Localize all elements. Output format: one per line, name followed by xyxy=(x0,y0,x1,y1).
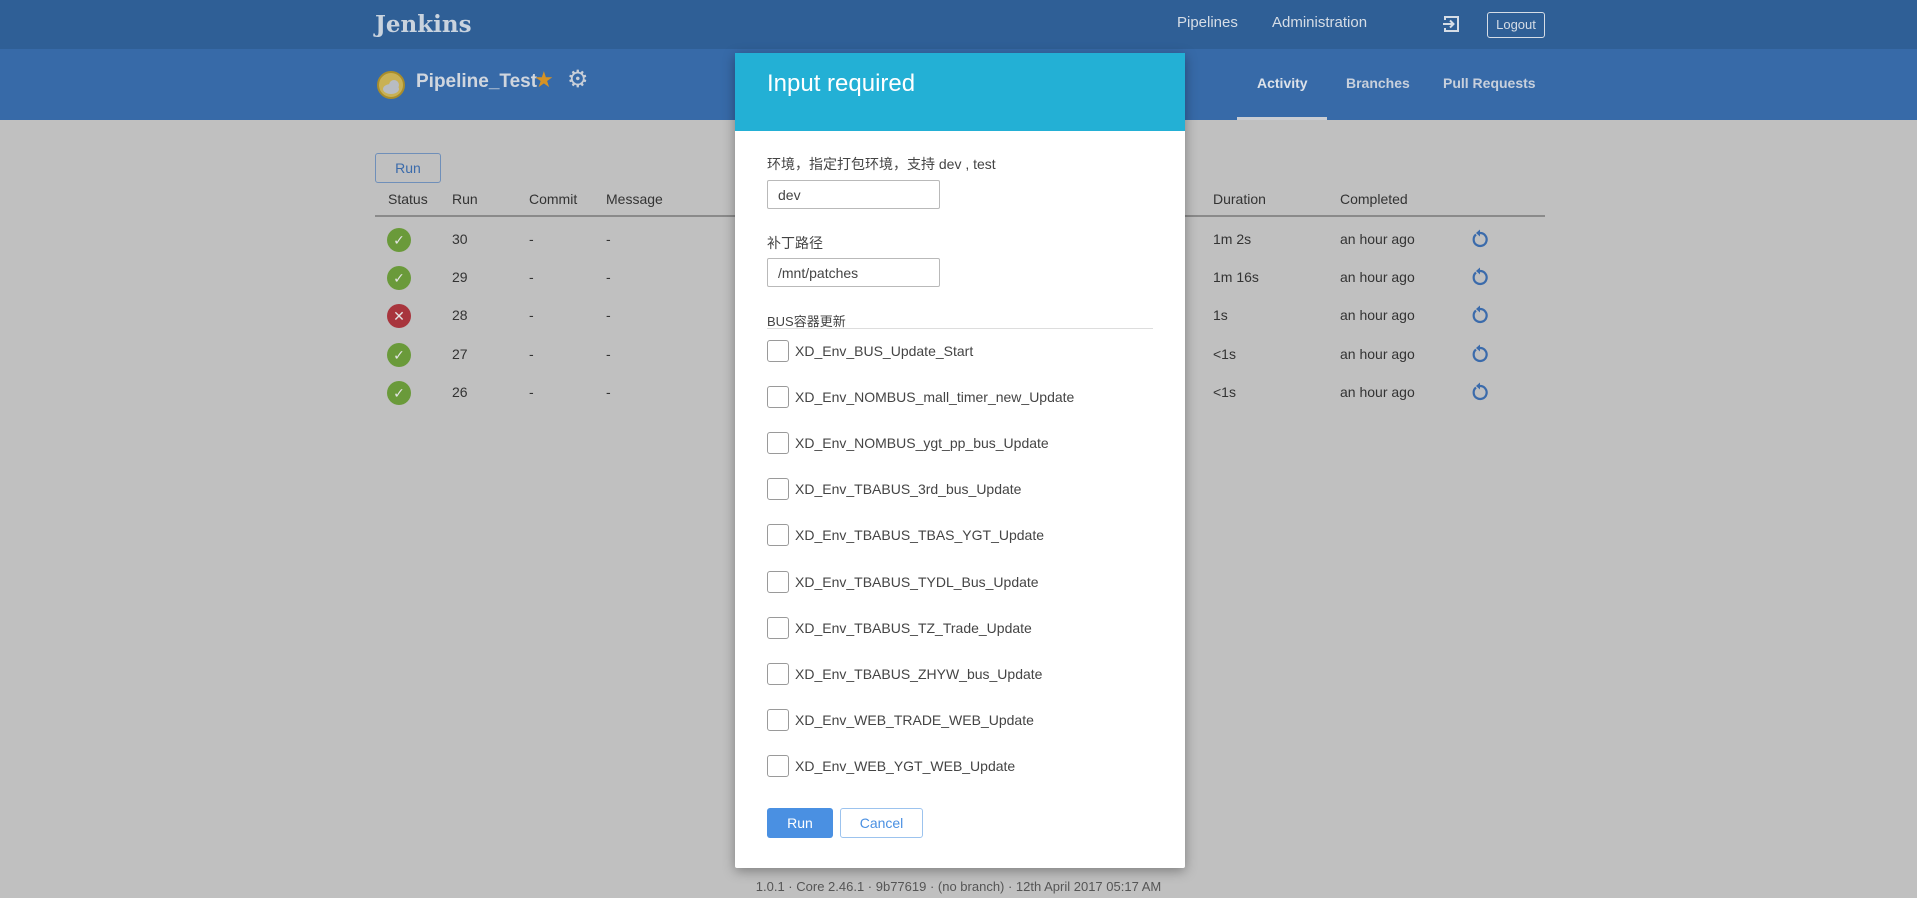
checkbox[interactable] xyxy=(767,340,789,362)
weather-cloudy-icon xyxy=(377,71,405,99)
duration: 1s xyxy=(1213,307,1228,324)
replay-icon[interactable] xyxy=(1470,382,1490,402)
option-checkbox-row[interactable]: XD_Env_TBABUS_3rd_bus_Update xyxy=(767,477,1021,501)
checkbox[interactable] xyxy=(767,524,789,547)
message: - xyxy=(606,383,611,400)
dialog-title: Input required xyxy=(767,70,916,97)
option-checkbox-row[interactable]: XD_Env_NOMBUS_ygt_pp_bus_Update xyxy=(767,431,1049,455)
run-number[interactable]: 26 xyxy=(452,384,468,400)
tab-pull-requests[interactable]: Pull Requests xyxy=(1443,75,1536,91)
pipeline-title: Pipeline_Test xyxy=(416,71,538,92)
patch-path-input[interactable] xyxy=(767,258,940,287)
failure-x-icon: ✕ xyxy=(387,304,411,329)
checkbox-label[interactable]: XD_Env_BUS_Update_Start xyxy=(795,343,973,359)
completed: an hour ago xyxy=(1340,269,1415,286)
message: - xyxy=(606,269,611,286)
message: - xyxy=(606,231,611,247)
tab-branches[interactable]: Branches xyxy=(1346,75,1410,91)
duration: 1m 16s xyxy=(1213,269,1259,286)
option-checkbox-row[interactable]: XD_Env_NOMBUS_mall_timer_new_Update xyxy=(767,385,1074,409)
col-completed: Completed xyxy=(1340,191,1408,207)
col-duration: Duration xyxy=(1213,191,1266,207)
checkbox[interactable] xyxy=(767,754,789,777)
dialog-run-button[interactable]: Run xyxy=(767,808,833,838)
option-checkbox-row[interactable]: XD_Env_BUS_Update_Start xyxy=(767,339,973,363)
duration: <1s xyxy=(1213,345,1236,362)
checkbox-label[interactable]: XD_Env_NOMBUS_ygt_pp_bus_Update xyxy=(795,435,1049,451)
col-run: Run xyxy=(452,191,478,207)
option-checkbox-row[interactable]: XD_Env_WEB_TRADE_WEB_Update xyxy=(767,708,1034,732)
checkbox-label[interactable]: XD_Env_TBABUS_TYDL_Bus_Update xyxy=(795,574,1039,590)
success-check-icon: ✓ xyxy=(387,380,411,405)
tab-activity[interactable]: Activity xyxy=(1257,75,1308,91)
run-button[interactable]: Run xyxy=(375,153,441,183)
gear-icon[interactable]: ⚙ xyxy=(567,65,589,94)
commit: - xyxy=(529,307,534,324)
message: - xyxy=(606,345,611,362)
checkbox[interactable] xyxy=(767,386,789,409)
completed: an hour ago xyxy=(1340,383,1415,400)
completed: an hour ago xyxy=(1340,231,1415,247)
checkbox[interactable] xyxy=(767,432,789,455)
dialog-cancel-button[interactable]: Cancel xyxy=(840,808,923,838)
checkbox-label[interactable]: XD_Env_TBABUS_ZHYW_bus_Update xyxy=(795,666,1042,682)
completed: an hour ago xyxy=(1340,345,1415,362)
option-checkbox-row[interactable]: XD_Env_TBABUS_TYDL_Bus_Update xyxy=(767,570,1039,594)
patch-path-label: 补丁路径 xyxy=(767,235,823,251)
option-checkbox-row[interactable]: XD_Env_TBABUS_TBAS_YGT_Update xyxy=(767,523,1044,547)
favorite-star-icon[interactable]: ★ xyxy=(534,67,554,93)
replay-icon[interactable] xyxy=(1470,344,1490,364)
logout-button[interactable]: Logout xyxy=(1487,12,1545,38)
env-label: 环境，指定打包环境，支持 dev , test xyxy=(767,156,996,172)
run-number[interactable]: 27 xyxy=(452,346,468,362)
run-number[interactable]: 28 xyxy=(452,307,468,323)
top-bar: Jenkins Pipelines Administration Logout xyxy=(0,0,1917,49)
run-number[interactable]: 30 xyxy=(452,231,468,247)
checkbox[interactable] xyxy=(767,570,789,593)
checkbox[interactable] xyxy=(767,616,789,639)
dialog-header: Input required xyxy=(735,53,1185,131)
replay-icon[interactable] xyxy=(1470,229,1490,249)
footer-version: 1.0.1 · Core 2.46.1 · 9b77619 · (no bran… xyxy=(755,879,1162,894)
col-commit: Commit xyxy=(529,191,578,207)
commit: - xyxy=(529,269,534,286)
checkbox-label[interactable]: XD_Env_TBABUS_3rd_bus_Update xyxy=(795,481,1021,497)
duration: 1m 2s xyxy=(1213,231,1252,247)
checkbox-label[interactable]: XD_Env_NOMBUS_mall_timer_new_Update xyxy=(795,389,1074,405)
success-check-icon: ✓ xyxy=(387,228,411,252)
env-input[interactable] xyxy=(767,180,940,209)
replay-icon[interactable] xyxy=(1470,305,1490,325)
checkbox-label[interactable]: XD_Env_WEB_YGT_WEB_Update xyxy=(795,758,1015,774)
login-icon[interactable] xyxy=(1442,15,1460,33)
success-check-icon: ✓ xyxy=(387,342,411,367)
input-required-dialog: Input required 环境，指定打包环境，支持 dev , test 补… xyxy=(735,53,1185,868)
checkbox[interactable] xyxy=(767,478,789,501)
active-tab-indicator xyxy=(1237,117,1327,120)
checkbox-label[interactable]: XD_Env_TBABUS_TBAS_YGT_Update xyxy=(795,527,1044,543)
nav-administration[interactable]: Administration xyxy=(1272,14,1367,31)
success-check-icon: ✓ xyxy=(387,266,411,291)
col-status: Status xyxy=(388,191,428,207)
col-message: Message xyxy=(606,191,663,207)
checkbox[interactable] xyxy=(767,662,789,685)
duration: <1s xyxy=(1213,383,1236,400)
section-divider xyxy=(767,328,1153,329)
checkbox-label[interactable]: XD_Env_TBABUS_TZ_Trade_Update xyxy=(795,620,1032,636)
jenkins-logo[interactable]: Jenkins xyxy=(375,11,472,38)
option-checkbox-row[interactable]: XD_Env_TBABUS_ZHYW_bus_Update xyxy=(767,662,1042,686)
replay-icon[interactable] xyxy=(1470,267,1490,287)
option-checkbox-row[interactable]: XD_Env_WEB_YGT_WEB_Update xyxy=(767,754,1015,778)
nav-pipelines[interactable]: Pipelines xyxy=(1177,14,1238,31)
option-checkbox-row[interactable]: XD_Env_TBABUS_TZ_Trade_Update xyxy=(767,616,1032,640)
checkbox-label[interactable]: XD_Env_WEB_TRADE_WEB_Update xyxy=(795,712,1034,728)
completed: an hour ago xyxy=(1340,307,1415,324)
run-number[interactable]: 29 xyxy=(452,269,468,285)
checkbox[interactable] xyxy=(767,708,789,731)
commit: - xyxy=(529,231,534,247)
commit: - xyxy=(529,345,534,362)
commit: - xyxy=(529,383,534,400)
message: - xyxy=(606,307,611,324)
